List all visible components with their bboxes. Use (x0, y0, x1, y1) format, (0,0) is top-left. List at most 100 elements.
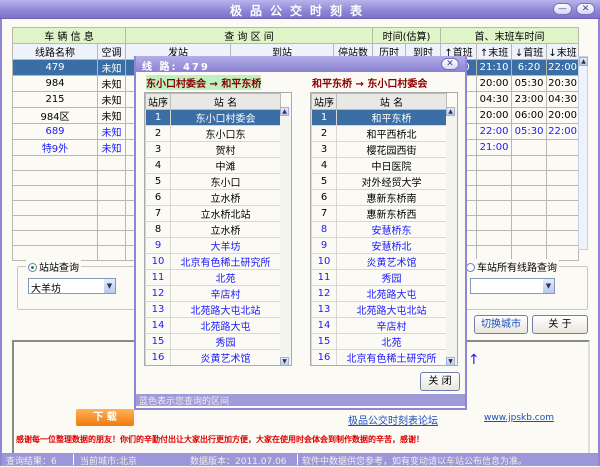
station-row[interactable]: 5 东小口 (145, 173, 281, 190)
switch-city-button[interactable]: 切换城市 (474, 315, 528, 334)
column-header[interactable]: ↓末班 (546, 43, 580, 60)
station-name: 辛店村 (336, 317, 447, 334)
station-row[interactable]: 13 北苑路大屯北站 (311, 301, 447, 318)
station-seq: 6 (311, 189, 337, 206)
station-name: 北苑路大屯北站 (170, 301, 281, 318)
table-cell: 22:00 (546, 59, 580, 76)
station-query-radio[interactable]: 站站查询 (26, 259, 81, 274)
column-header[interactable]: ↓首班 (511, 43, 548, 60)
station-row[interactable]: 14 北苑路大屯 (145, 317, 281, 334)
col-seq: 站序 (311, 93, 337, 110)
dialog-close-icon[interactable]: ✕ (441, 58, 459, 70)
scrollbar[interactable]: ▲ ▼ (446, 107, 457, 365)
minimize-button[interactable]: — (553, 3, 572, 15)
about-button[interactable]: 关 于 (532, 315, 588, 334)
table-cell: 未知 (96, 123, 127, 140)
station-row[interactable]: 13 北苑路大屯北站 (145, 301, 281, 318)
station-row[interactable]: 16 炎黄艺术馆 (145, 349, 281, 365)
station-name: 安慧桥东 (336, 221, 447, 238)
table-cell: 未知 (96, 139, 127, 156)
line-select[interactable]: ▼ (470, 278, 555, 294)
station-row[interactable]: 6 立水桥 (145, 189, 281, 206)
results-scrollbar[interactable]: ▲ (578, 56, 588, 250)
chevron-down-icon[interactable]: ▼ (543, 279, 554, 293)
column-header[interactable]: ↑末班 (476, 43, 513, 60)
station-row[interactable]: 17大羊坊 (312, 366, 447, 367)
scroll-down-icon[interactable]: ▼ (446, 357, 455, 365)
all-lines-label: 车站所有线路查询 (477, 263, 557, 274)
station-row[interactable]: 8 安慧桥东 (311, 221, 447, 238)
station-query-label: 站站查询 (39, 263, 79, 274)
station-row[interactable]: 3 贺村 (145, 141, 281, 158)
station-name: 大羊坊 (337, 366, 447, 367)
station-row[interactable]: 5 对外经贸大学 (311, 173, 447, 190)
station-row[interactable]: 17安慧桥北 (146, 366, 281, 367)
station-row[interactable]: 7 惠新东桥西 (311, 205, 447, 222)
station-row[interactable]: 15 秀园 (145, 333, 281, 350)
station-seq: 12 (311, 285, 337, 302)
station-row[interactable]: 4 中日医院 (311, 157, 447, 174)
column-header[interactable]: 线路名称 (12, 43, 98, 60)
station-row[interactable]: 1 东小口村委会 (145, 109, 281, 126)
station-seq: 7 (145, 205, 171, 222)
scroll-up-icon[interactable]: ▲ (579, 57, 588, 66)
table-cell: 20:30 (546, 75, 580, 92)
download-button[interactable]: 下 载 (76, 409, 134, 426)
all-lines-radio[interactable]: 车站所有线路查询 (464, 259, 559, 274)
station-seq: 13 (311, 301, 337, 318)
station-row[interactable]: 11 秀园 (311, 269, 447, 286)
station-select[interactable]: 大羊坊 ▼ (28, 278, 116, 295)
table-cell: 22:00 (476, 123, 513, 140)
station-row[interactable]: 10 北京有色稀土研究所 (145, 253, 281, 270)
station-name: 北苑路大屯北站 (336, 301, 447, 318)
station-seq: 2 (145, 125, 171, 142)
station-value: 大羊坊 (31, 284, 61, 295)
station-seq: 11 (311, 269, 337, 286)
station-seq: 1 (145, 109, 171, 126)
table-cell (511, 139, 548, 156)
station-row[interactable]: 15 北苑 (311, 333, 447, 350)
group-range: 查 询 区 间 (125, 27, 374, 44)
station-row[interactable]: 12 北苑路大屯 (311, 285, 447, 302)
station-row[interactable]: 2 东小口东 (145, 125, 281, 142)
station-row[interactable]: 9 大羊坊 (145, 237, 281, 254)
website-link[interactable]: www.jpskb.com (484, 413, 554, 423)
station-seq: 5 (145, 173, 171, 190)
dialog-hint: 蓝色表示您查询的区间 (136, 394, 465, 407)
station-name: 中滩 (170, 157, 281, 174)
station-seq: 3 (145, 141, 171, 158)
station-seq: 8 (311, 221, 337, 238)
table-cell: 215 (12, 91, 98, 108)
station-row[interactable]: 7 立水桥北站 (145, 205, 281, 222)
station-row[interactable]: 2 和平西桥北 (311, 125, 447, 142)
station-row[interactable]: 1 和平东桥 (311, 109, 447, 126)
station-row[interactable]: 12 辛店村 (145, 285, 281, 302)
station-seq: 8 (145, 221, 171, 238)
scroll-up-icon[interactable]: ▲ (280, 107, 289, 116)
station-seq: 1 (311, 109, 337, 126)
station-name: 贺村 (170, 141, 281, 158)
scrollbar[interactable]: ▲ ▼ (280, 107, 291, 365)
table-cell: 04:30 (546, 91, 580, 108)
station-row[interactable]: 16 北京有色稀土研究所 (311, 349, 447, 365)
scroll-down-icon[interactable]: ▼ (280, 357, 289, 365)
station-name: 惠新东桥南 (336, 189, 447, 206)
forum-link[interactable]: 极品公交时刻表论坛 (348, 412, 438, 427)
station-name: 对外经贸大学 (336, 173, 447, 190)
station-seq: 6 (145, 189, 171, 206)
close-button[interactable]: ✕ (576, 3, 595, 15)
station-row[interactable]: 14 辛店村 (311, 317, 447, 334)
station-name: 樱花园西街 (336, 141, 447, 158)
station-row[interactable]: 10 炎黄艺术馆 (311, 253, 447, 270)
station-row[interactable]: 11 北苑 (145, 269, 281, 286)
station-row[interactable]: 8 立水桥 (145, 221, 281, 238)
station-row[interactable]: 3 樱花园西街 (311, 141, 447, 158)
station-row[interactable]: 6 惠新东桥南 (311, 189, 447, 206)
station-row[interactable]: 9 安慧桥北 (311, 237, 447, 254)
chevron-down-icon[interactable]: ▼ (104, 279, 115, 293)
station-row[interactable]: 4 中滩 (145, 157, 281, 174)
station-name: 北京有色稀土研究所 (170, 253, 281, 270)
dialog-close-button[interactable]: 关 闭 (420, 372, 460, 391)
column-header[interactable]: 空调 (96, 43, 127, 60)
scroll-up-icon[interactable]: ▲ (446, 107, 455, 116)
